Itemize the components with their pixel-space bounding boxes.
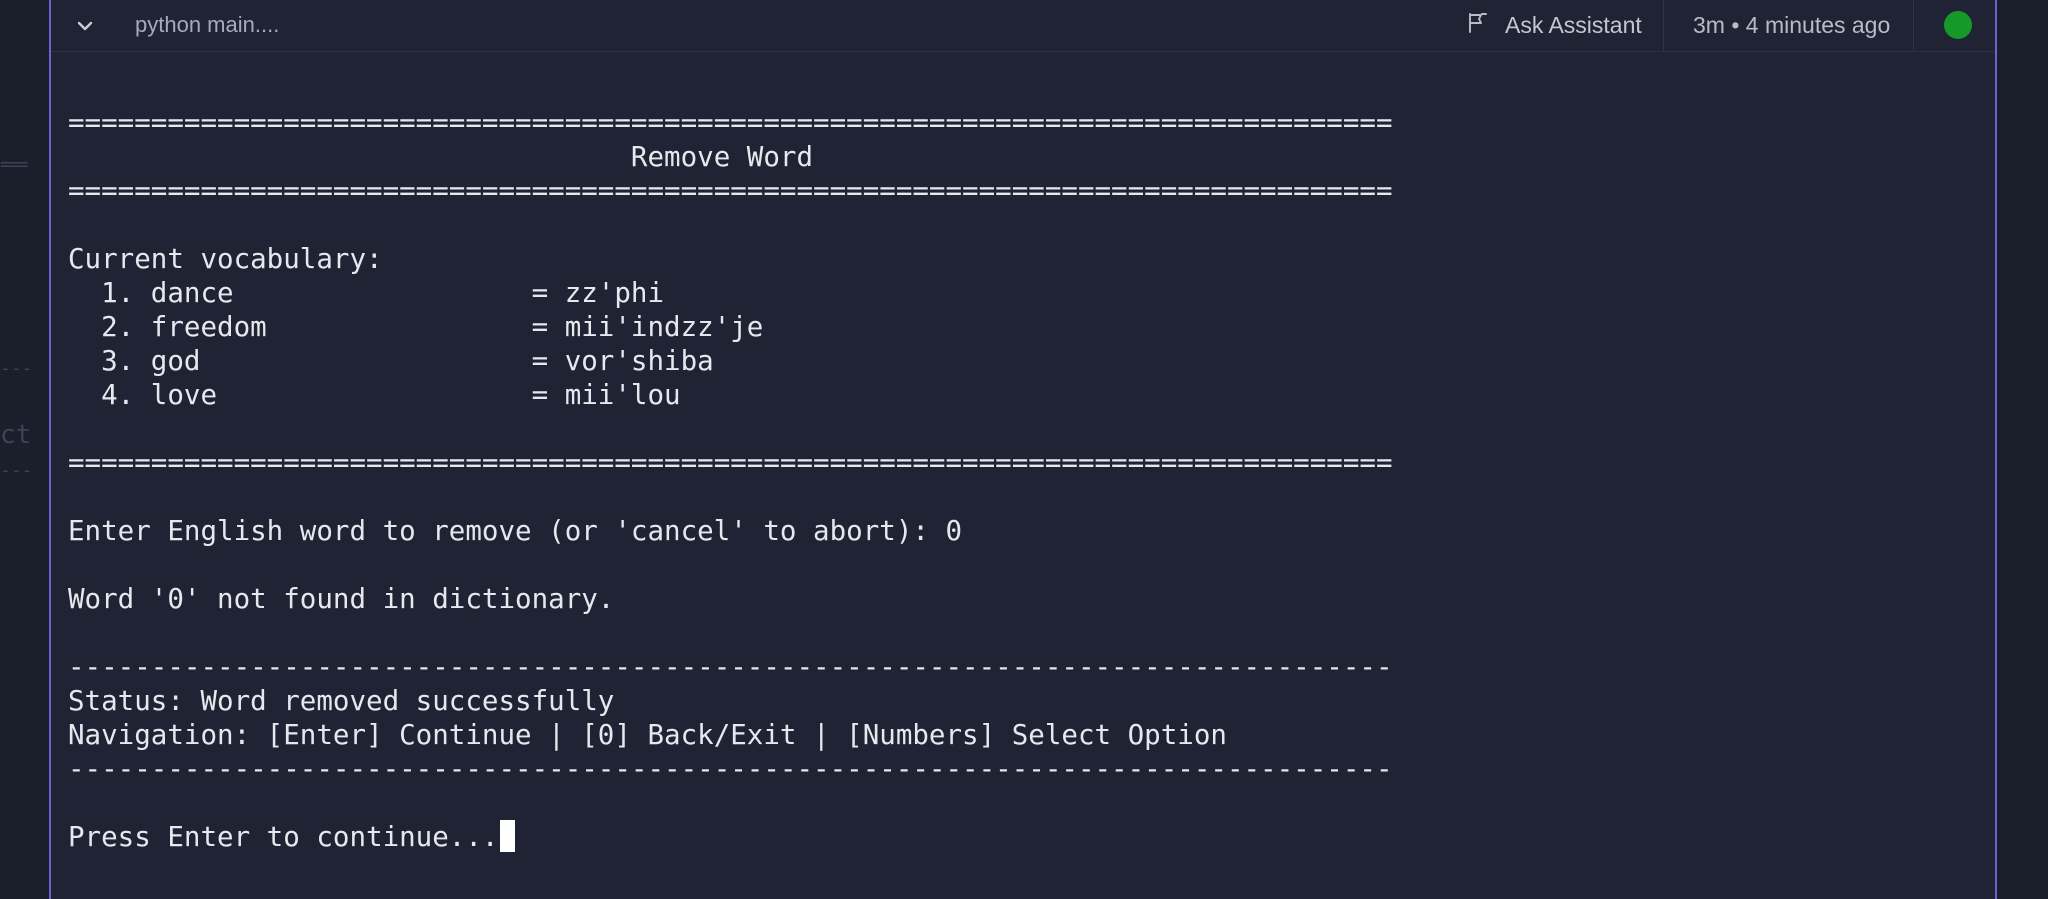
terminal-line: 4. love = mii'lou [68, 378, 1393, 412]
terminal-line-text: Enter English word to remove (or 'cancel… [68, 515, 963, 547]
terminal-line-text: Current vocabulary: [68, 243, 383, 275]
ghost-text: --- [0, 460, 33, 481]
elapsed-time: 3m • 4 minutes ago [1693, 12, 1891, 38]
terminal-line-text: Navigation: [Enter] Continue | [0] Back/… [68, 719, 1227, 751]
ghost-text: ct [0, 420, 32, 450]
terminal-line: ========================================… [68, 106, 1393, 140]
terminal-line-text: ========================================… [68, 175, 1393, 207]
terminal-line-text: Press Enter to continue... [68, 821, 499, 853]
terminal-line-text: ----------------------------------------… [68, 651, 1393, 683]
terminal-line: ========================================… [68, 174, 1393, 208]
terminal-line: ========================================… [68, 446, 1393, 480]
terminal-output[interactable]: ========================================… [68, 106, 1393, 854]
terminal-line-text: 1. dance = zz'phi [68, 277, 665, 309]
terminal-line-text: 4. love = mii'lou [68, 379, 681, 411]
terminal-line-text: Word '0' not found in dictionary. [68, 583, 615, 615]
terminal-line: ----------------------------------------… [68, 752, 1393, 786]
terminal-line: Current vocabulary: [68, 242, 1393, 276]
chat-flag-icon [1465, 11, 1505, 40]
terminal-line: Navigation: [Enter] Continue | [0] Back/… [68, 718, 1393, 752]
ask-assistant-button[interactable]: Ask Assistant [1465, 0, 1715, 51]
terminal-line-text: ----------------------------------------… [68, 753, 1393, 785]
terminal-line: Status: Word removed successfully [68, 684, 1393, 718]
terminal-line: 3. god = vor'shiba [68, 344, 1393, 378]
background-editor-gutter: === --- ct --- [0, 0, 49, 899]
terminal-line: 1. dance = zz'phi [68, 276, 1393, 310]
terminal-line-text: Status: Word removed successfully [68, 685, 615, 717]
terminal-line-text: ========================================… [68, 107, 1393, 139]
ask-assistant-label: Ask Assistant [1505, 12, 1642, 38]
text-cursor [500, 820, 516, 852]
terminal-line: ----------------------------------------… [68, 650, 1393, 684]
command-title[interactable]: python main.... [135, 12, 279, 38]
status-dot [1944, 11, 1972, 39]
terminal-line: Word '0' not found in dictionary. [68, 582, 1393, 616]
terminal-line-text: 2. freedom = mii'indzz'je [68, 311, 764, 343]
terminal-line-text: 3. god = vor'shiba [68, 345, 714, 377]
terminal-panel: python main.... Ask Assistant 3m • 4 min… [49, 0, 1997, 899]
ghost-text: === [0, 154, 28, 175]
terminal-line: Remove Word [68, 140, 1393, 174]
terminal-line: 2. freedom = mii'indzz'je [68, 310, 1393, 344]
ghost-text: --- [0, 358, 33, 379]
panel-header: python main.... Ask Assistant 3m • 4 min… [51, 0, 1995, 52]
terminal-line-text: Remove Word [68, 141, 814, 173]
terminal-line-text: ========================================… [68, 447, 1393, 479]
header-divider [1913, 0, 1914, 51]
terminal-line: Press Enter to continue... [68, 820, 1393, 854]
chevron-down-icon[interactable] [73, 14, 97, 38]
header-divider [1663, 0, 1664, 51]
terminal-line: Enter English word to remove (or 'cancel… [68, 514, 1393, 548]
